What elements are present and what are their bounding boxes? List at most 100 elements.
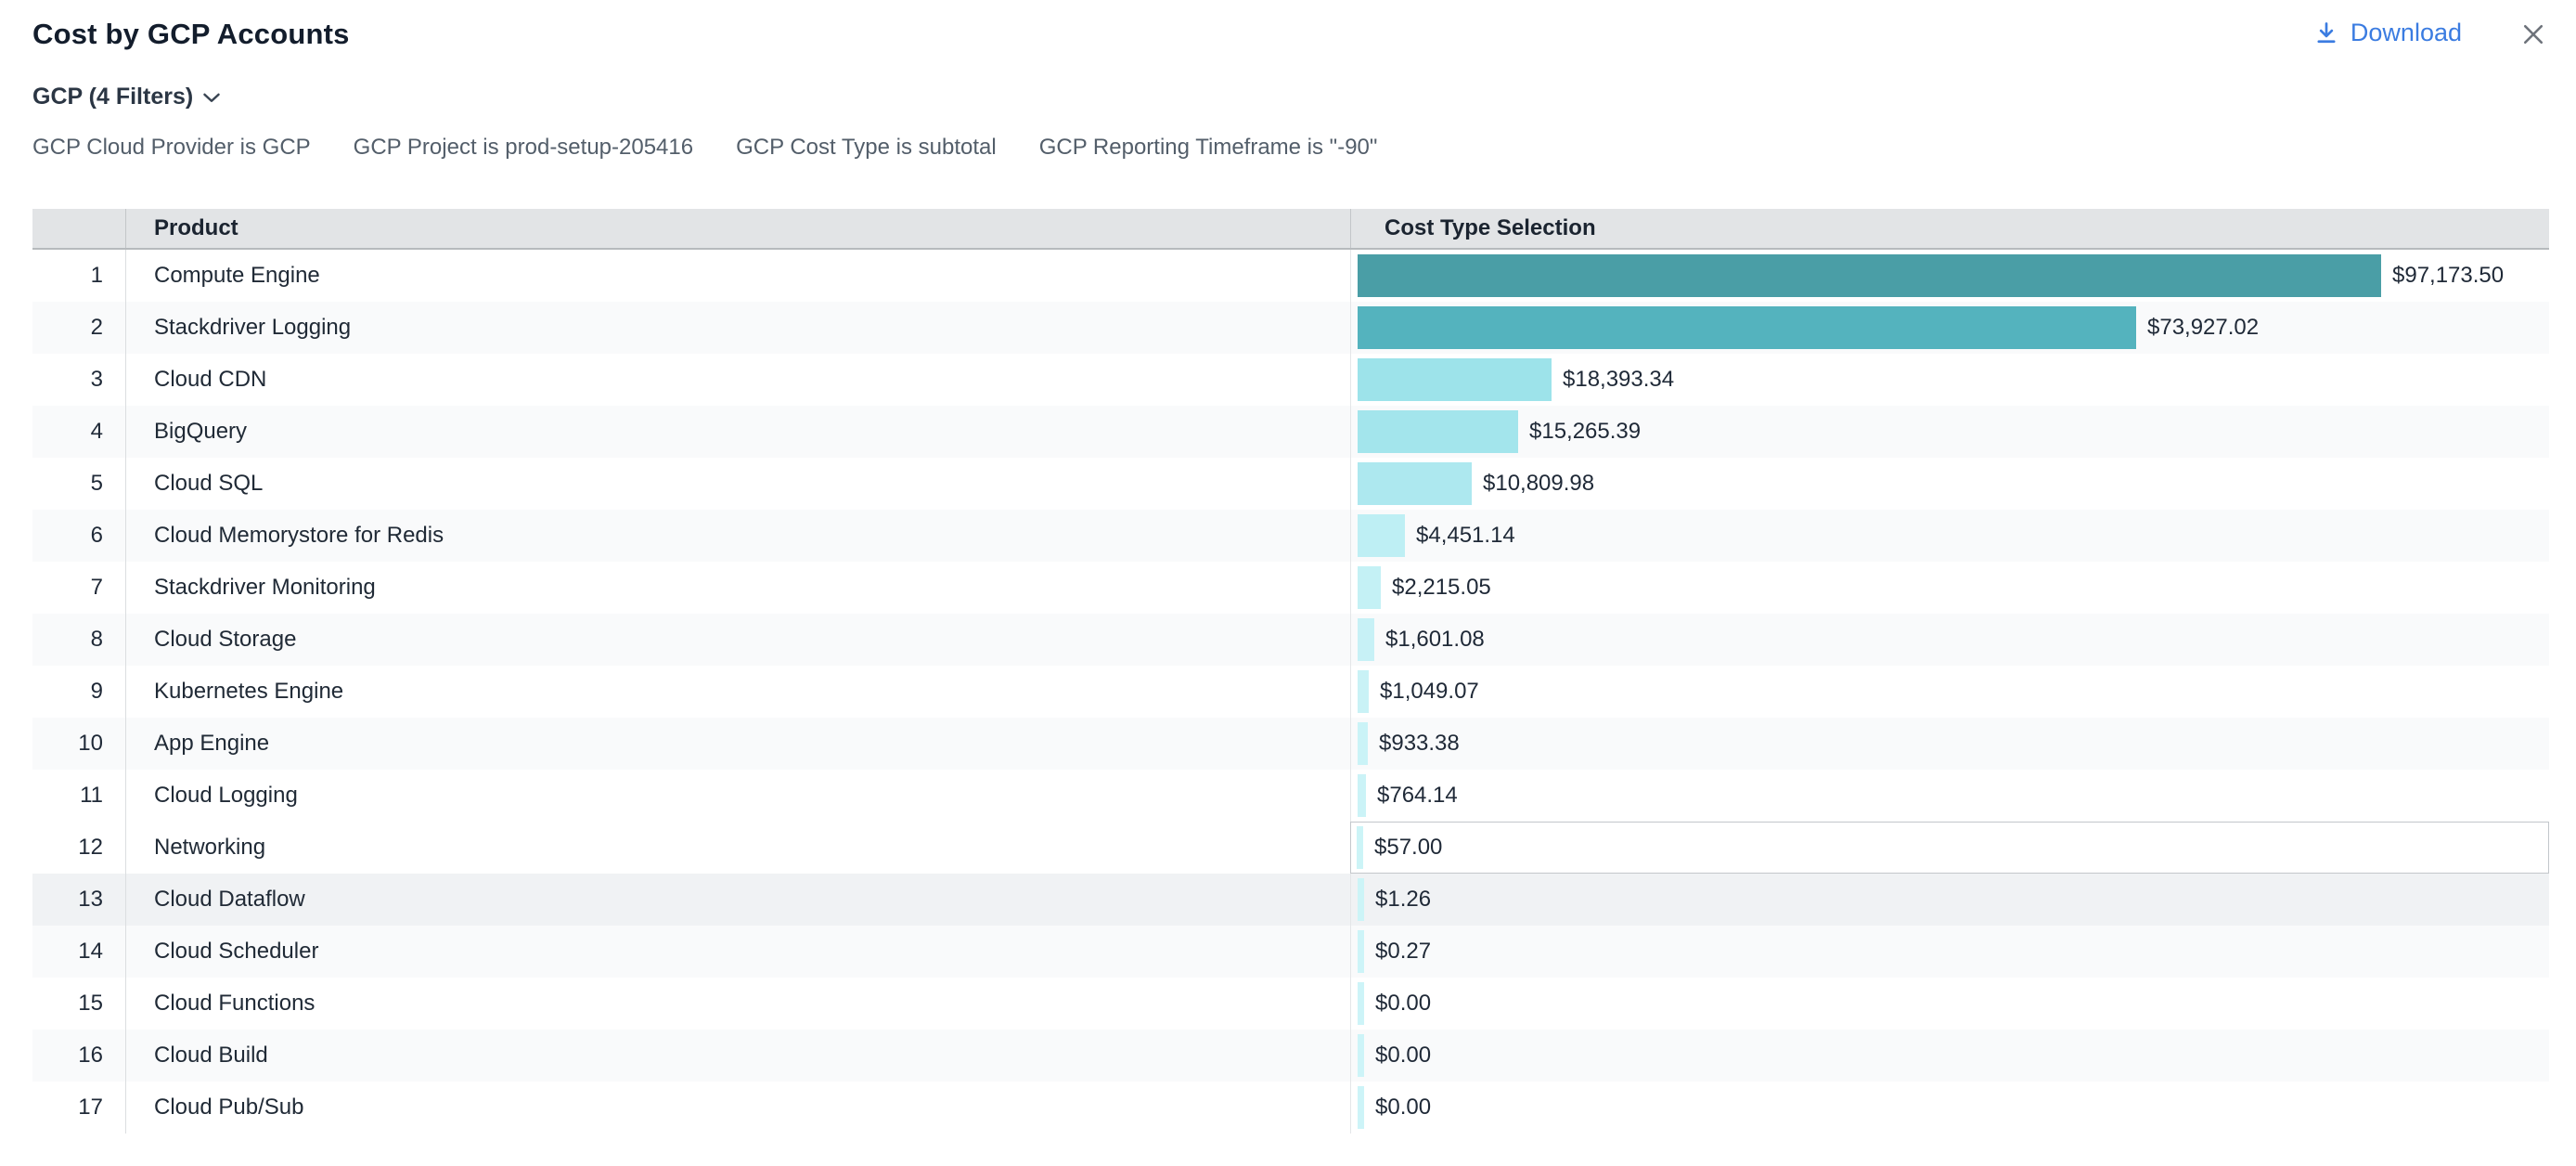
product-name-cell[interactable]: Cloud Logging — [125, 770, 1350, 822]
table-row[interactable]: 1 Compute Engine $97,173.50 — [32, 250, 2549, 302]
cost-cell[interactable]: $764.14 — [1350, 770, 2549, 822]
table-row[interactable]: 2 Stackdriver Logging $73,927.02 — [32, 302, 2549, 354]
cost-cell[interactable]: $933.38 — [1350, 718, 2549, 770]
cost-bar — [1358, 514, 1405, 557]
cost-value: $933.38 — [1379, 731, 1460, 757]
cost-value: $2,215.05 — [1392, 575, 1491, 601]
product-column-header[interactable]: Product — [125, 209, 1350, 248]
cost-cell[interactable]: $0.00 — [1350, 1030, 2549, 1082]
row-index: 4 — [32, 406, 125, 458]
table-row[interactable]: 12 Networking $57.00 — [32, 822, 2549, 874]
product-name-cell[interactable]: Cloud Scheduler — [125, 926, 1350, 978]
cost-column-header[interactable]: Cost Type Selection — [1350, 209, 2549, 248]
filters-summary-label: GCP (4 Filters) — [32, 84, 193, 110]
filters-summary-toggle[interactable]: GCP (4 Filters) — [32, 84, 2576, 110]
cost-cell[interactable]: $73,927.02 — [1350, 302, 2549, 354]
cost-value: $4,451.14 — [1416, 523, 1515, 549]
cost-cell[interactable]: $0.00 — [1350, 1082, 2549, 1134]
row-index: 16 — [32, 1030, 125, 1082]
product-name-cell[interactable]: Cloud Memorystore for Redis — [125, 510, 1350, 562]
cost-cell[interactable]: $18,393.34 — [1350, 354, 2549, 406]
cost-cell[interactable]: $15,265.39 — [1350, 406, 2549, 458]
row-index: 8 — [32, 614, 125, 666]
chevron-down-icon — [202, 91, 221, 104]
applied-filter: GCP Cloud Provider is GCP — [32, 135, 311, 161]
cost-cell[interactable]: $1.26 — [1350, 874, 2549, 926]
cost-cell[interactable]: $1,601.08 — [1350, 614, 2549, 666]
cost-bar — [1358, 358, 1552, 401]
row-index: 11 — [32, 770, 125, 822]
product-name-cell[interactable]: Cloud Build — [125, 1030, 1350, 1082]
cost-bar — [1358, 410, 1518, 453]
table-row[interactable]: 7 Stackdriver Monitoring $2,215.05 — [32, 562, 2549, 614]
cost-cell[interactable]: $0.00 — [1350, 978, 2549, 1030]
product-name-cell[interactable]: BigQuery — [125, 406, 1350, 458]
cost-value: $764.14 — [1377, 783, 1458, 809]
table-row[interactable]: 10 App Engine $933.38 — [32, 718, 2549, 770]
cost-value: $15,265.39 — [1529, 419, 1641, 445]
product-name-cell[interactable]: Compute Engine — [125, 250, 1350, 302]
row-index: 2 — [32, 302, 125, 354]
product-name-cell[interactable]: Cloud Functions — [125, 978, 1350, 1030]
cost-bar — [1358, 1034, 1364, 1077]
cost-value: $18,393.34 — [1563, 367, 1674, 393]
table-row[interactable]: 5 Cloud SQL $10,809.98 — [32, 458, 2549, 510]
row-index: 5 — [32, 458, 125, 510]
table-row[interactable]: 9 Kubernetes Engine $1,049.07 — [32, 666, 2549, 718]
row-index: 9 — [32, 666, 125, 718]
cost-cell[interactable]: $4,451.14 — [1350, 510, 2549, 562]
product-name-cell[interactable]: Cloud CDN — [125, 354, 1350, 406]
cost-value: $57.00 — [1374, 835, 1442, 861]
cost-bar — [1358, 670, 1369, 713]
row-index: 17 — [32, 1082, 125, 1134]
product-name-cell[interactable]: Cloud Dataflow — [125, 874, 1350, 926]
table-header-row: Product Cost Type Selection — [32, 209, 2549, 250]
cost-cell[interactable]: $97,173.50 — [1350, 250, 2549, 302]
table-row[interactable]: 13 Cloud Dataflow $1.26 — [32, 874, 2549, 926]
cost-cell[interactable]: $0.27 — [1350, 926, 2549, 978]
applied-filter: GCP Project is prod-setup-205416 — [354, 135, 693, 161]
product-name-cell[interactable]: App Engine — [125, 718, 1350, 770]
cost-cell[interactable]: $1,049.07 — [1350, 666, 2549, 718]
cost-by-gcp-accounts-modal: Cost by GCP Accounts Download GCP (4 — [0, 0, 2576, 1166]
table-row[interactable]: 6 Cloud Memorystore for Redis $4,451.14 — [32, 510, 2549, 562]
row-index: 15 — [32, 978, 125, 1030]
table-row[interactable]: 16 Cloud Build $0.00 — [32, 1030, 2549, 1082]
cost-cell[interactable]: $57.00 — [1350, 822, 2549, 874]
product-name-cell[interactable]: Cloud Storage — [125, 614, 1350, 666]
table-row[interactable]: 11 Cloud Logging $764.14 — [32, 770, 2549, 822]
product-name-cell[interactable]: Kubernetes Engine — [125, 666, 1350, 718]
close-button[interactable] — [2519, 20, 2547, 48]
row-index: 3 — [32, 354, 125, 406]
product-name-cell[interactable]: Cloud Pub/Sub — [125, 1082, 1350, 1134]
cost-cell[interactable]: $2,215.05 — [1350, 562, 2549, 614]
product-name-cell[interactable]: Stackdriver Monitoring — [125, 562, 1350, 614]
row-index: 6 — [32, 510, 125, 562]
download-icon — [2313, 19, 2339, 47]
cost-bar — [1358, 722, 1368, 765]
cost-bar — [1358, 566, 1381, 609]
cost-value: $97,173.50 — [2392, 263, 2504, 289]
cost-bar — [1358, 254, 2381, 297]
download-button[interactable]: Download — [2313, 19, 2462, 47]
table-row[interactable]: 14 Cloud Scheduler $0.27 — [32, 926, 2549, 978]
applied-filter: GCP Cost Type is subtotal — [736, 135, 997, 161]
cost-cell[interactable]: $10,809.98 — [1350, 458, 2549, 510]
product-name-cell[interactable]: Cloud SQL — [125, 458, 1350, 510]
table-row[interactable]: 3 Cloud CDN $18,393.34 — [32, 354, 2549, 406]
table-row[interactable]: 8 Cloud Storage $1,601.08 — [32, 614, 2549, 666]
row-index: 1 — [32, 250, 125, 302]
cost-bar — [1358, 930, 1364, 973]
row-index: 12 — [32, 822, 125, 874]
table-row[interactable]: 17 Cloud Pub/Sub $0.00 — [32, 1082, 2549, 1134]
cost-table: Product Cost Type Selection 1 Compute En… — [32, 209, 2549, 1134]
product-name-cell[interactable]: Networking — [125, 822, 1350, 874]
table-row[interactable]: 4 BigQuery $15,265.39 — [32, 406, 2549, 458]
cost-value: $0.00 — [1375, 1043, 1431, 1069]
cost-value: $1,049.07 — [1380, 679, 1479, 705]
cost-bar — [1357, 826, 1363, 869]
table-row[interactable]: 15 Cloud Functions $0.00 — [32, 978, 2549, 1030]
cost-bar — [1358, 1086, 1364, 1129]
applied-filters-row: GCP Cloud Provider is GCP GCP Project is … — [32, 135, 2576, 161]
product-name-cell[interactable]: Stackdriver Logging — [125, 302, 1350, 354]
